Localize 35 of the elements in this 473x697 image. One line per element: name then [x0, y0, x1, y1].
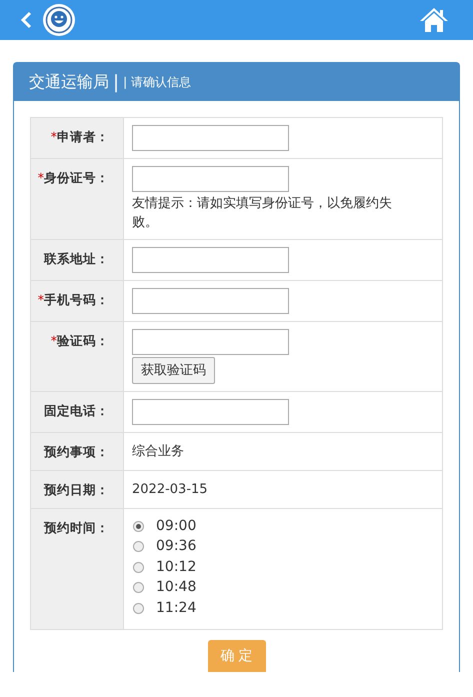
field-value: 2022-03-15	[132, 481, 209, 499]
field-label: 固定电话：	[30, 392, 124, 432]
back-button[interactable]	[20, 11, 32, 29]
input-field[interactable]	[132, 247, 289, 273]
radio-button[interactable]	[133, 602, 144, 614]
input-field[interactable]	[132, 125, 289, 151]
time-option-label[interactable]: 10:48	[156, 578, 196, 598]
field-label: 预约事项：	[30, 432, 124, 470]
input-field[interactable]	[132, 166, 289, 192]
field-value: 综合业务	[132, 443, 185, 461]
panel-title: 交通运输局	[29, 72, 109, 92]
field-label: *申请者：	[30, 118, 124, 158]
time-option-label[interactable]: 09:36	[156, 537, 196, 556]
logo-icon	[42, 3, 76, 37]
input-field[interactable]	[132, 329, 289, 355]
field-label: *手机号码：	[30, 280, 124, 322]
time-option-label[interactable]: 09:00	[156, 516, 196, 536]
time-option-label[interactable]: 10:12	[156, 558, 196, 577]
field-label: 联系地址：	[30, 240, 124, 280]
radio-button[interactable]	[133, 562, 144, 573]
field-label: *身份证号：	[30, 158, 124, 240]
get-code-button[interactable]: 获取验证码	[132, 357, 215, 384]
radio-button[interactable]	[133, 520, 144, 532]
time-option-label[interactable]: 11:24	[156, 598, 196, 618]
hint-text: 友情提示：请如实填写身份证号，以免履约失败。	[132, 195, 393, 232]
field-label: 预约时间：	[30, 508, 124, 629]
title-separator: |	[113, 72, 120, 92]
input-field[interactable]	[132, 288, 289, 314]
field-label: *验证码：	[30, 322, 124, 392]
radio-button[interactable]	[133, 541, 144, 552]
home-button[interactable]	[419, 7, 449, 33]
field-label: 预约日期：	[30, 470, 124, 508]
radio-button[interactable]	[133, 582, 144, 594]
panel-subtitle: | 请确认信息	[123, 74, 191, 90]
input-field[interactable]	[132, 399, 289, 425]
